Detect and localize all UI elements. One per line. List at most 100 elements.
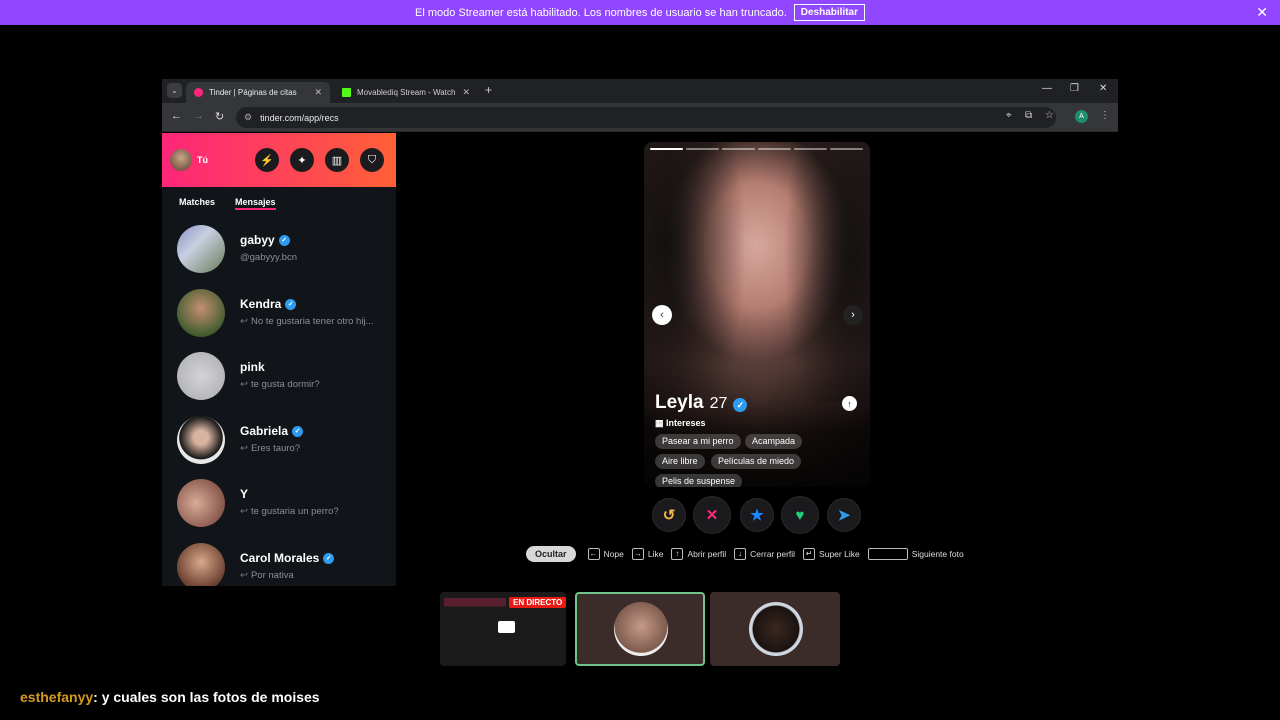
stream-favicon-icon: [342, 88, 351, 97]
right-arrow-key-icon: →: [631, 548, 644, 560]
work-mode-icon[interactable]: ▥: [325, 148, 349, 172]
reply-icon: ↩: [240, 316, 248, 327]
shortcut-label: Cerrar perfil: [750, 549, 796, 559]
install-app-icon[interactable]: ⧉: [1025, 110, 1032, 121]
url-text: tinder.com/app/recs: [260, 112, 339, 123]
tab-close-icon[interactable]: ✕: [462, 87, 470, 98]
interest-chip: Aire libre: [655, 454, 705, 469]
sidebar-header: Tú ⚡ ✦ ▥ ⛉: [162, 133, 396, 187]
bookmark-star-icon[interactable]: ☆: [1045, 110, 1054, 121]
url-bar[interactable]: ⚙ tinder.com/app/recs: [236, 107, 1056, 128]
participant-face: [614, 602, 668, 656]
profile-avatar[interactable]: A: [1075, 110, 1088, 123]
message-preview: No te gustaria tener otro hij...: [250, 316, 374, 327]
back-icon[interactable]: ←: [171, 110, 182, 122]
shortcut-super-like: ↵ Super Like: [803, 548, 860, 560]
contact-name: gabyy: [240, 233, 275, 247]
banner-text: El modo Streamer está habilitado. Los no…: [414, 6, 787, 19]
message-preview: Eres tauro?: [250, 443, 301, 454]
message-preview: te gustaria un perro?: [250, 506, 339, 517]
tab-strip: ⌄ Tinder | Páginas de citas ✕ Movablediq…: [162, 79, 1118, 103]
boost-send-button[interactable]: ➤: [827, 498, 861, 532]
avatar: [177, 543, 225, 586]
banner-close-icon[interactable]: ✕: [1256, 4, 1268, 21]
tab-title: Movablediq Stream - Watch Liv: [357, 88, 459, 97]
enter-key-icon: ↵: [803, 548, 816, 560]
reload-icon[interactable]: ↻: [215, 110, 224, 123]
window-close-button[interactable]: ✕: [1099, 83, 1107, 94]
verified-icon: ✓: [278, 234, 290, 246]
photo-progress-segment: [830, 148, 863, 150]
verified-icon: ✓: [285, 298, 297, 310]
chat-username: esthefanyy: [20, 689, 94, 705]
photo-progress-segment: [794, 148, 827, 150]
interest-chip: Acampada: [745, 434, 803, 449]
previous-photo-icon[interactable]: ‹: [652, 305, 672, 325]
new-tab-button[interactable]: +: [485, 83, 492, 97]
chat-text: : y cuales son las fotos de moises: [93, 689, 320, 705]
tab-title: Tinder | Páginas de citas: [209, 88, 297, 97]
contact-name: Kendra: [240, 297, 282, 311]
next-photo-icon[interactable]: ›: [843, 305, 863, 325]
interests-icon: ▦: [655, 418, 667, 428]
my-avatar[interactable]: [170, 149, 192, 171]
open-profile-icon[interactable]: ↑: [842, 396, 857, 411]
interest-chip: Pelis de suspense: [655, 474, 743, 487]
shortcut-label: Nope: [603, 549, 624, 559]
hide-shortcuts-button[interactable]: Ocultar: [526, 546, 576, 562]
message-item[interactable]: gabyy ✓ @gabyyy.bcn: [162, 222, 396, 285]
screen-share-icon: [498, 621, 515, 633]
menu-icon[interactable]: ⋮: [1100, 110, 1110, 121]
restore-button[interactable]: ❐: [1070, 83, 1079, 94]
sidebar-tabs: Matches Mensajes: [162, 187, 396, 217]
photo-progress-segment: [650, 148, 683, 150]
like-button[interactable]: ♥: [781, 496, 819, 534]
chat-message: esthefanyy: y cuales son las fotos de mo…: [20, 689, 320, 705]
avatar: [177, 479, 225, 527]
message-item[interactable]: Gabriela ✓ ↩ Eres tauro?: [162, 413, 396, 476]
tab-messages[interactable]: Mensajes: [235, 197, 276, 210]
rewind-button[interactable]: ↺: [652, 498, 686, 532]
shortcut-label: Like: [647, 549, 664, 559]
tab-close-icon[interactable]: ✕: [314, 87, 322, 98]
forward-icon[interactable]: →: [193, 110, 204, 122]
profile-name: Leyla: [655, 392, 704, 413]
address-bar-row: ← → ↻ ⚙ tinder.com/app/recs ⌖ ⧉ ☆ A ⋮: [162, 103, 1118, 132]
message-item[interactable]: Y ↩ te gustaria un perro?: [162, 476, 396, 539]
participant-thumbnail[interactable]: [575, 592, 705, 666]
message-item[interactable]: Carol Morales ✓ ↩ Por nativa: [162, 540, 396, 586]
safety-shield-icon[interactable]: ⛉: [360, 148, 384, 172]
down-arrow-key-icon: ↓: [734, 548, 747, 560]
message-preview: Por nativa: [250, 570, 294, 581]
minimize-button[interactable]: —: [1042, 83, 1052, 94]
message-item[interactable]: pink ↩ te gusta dormir?: [162, 349, 396, 412]
shortcut-close-profile: ↓ Cerrar perfil: [734, 548, 795, 560]
explore-icon[interactable]: ✦: [290, 148, 314, 172]
tab-search-icon[interactable]: ⌄: [167, 83, 182, 98]
participant-thumbnail[interactable]: [710, 592, 840, 666]
disable-streamer-button[interactable]: Deshabilitar: [793, 4, 866, 21]
location-icon[interactable]: ⌖: [1006, 110, 1012, 121]
my-profile-label[interactable]: Tú: [197, 155, 208, 165]
tab-stream[interactable]: Movablediq Stream - Watch Liv ✕: [334, 82, 478, 103]
profile-card[interactable]: ‹ › Leyla 27 ✓ ↑ ▦ Intereses Pasear a mi…: [644, 142, 870, 487]
message-preview: @gabyyy.bcn: [240, 252, 297, 263]
keyboard-shortcuts-bar: Ocultar ← Nope → Like ↑ Abrir perfil ↓ Cerra…: [526, 545, 972, 563]
tab-tinder[interactable]: Tinder | Páginas de citas ✕: [186, 82, 330, 103]
tinder-sidebar: Tú ⚡ ✦ ▥ ⛉ Matches Mensajes gabyy ✓ @gaby…: [162, 133, 396, 586]
contact-name: Carol Morales: [240, 551, 320, 565]
boost-icon[interactable]: ⚡: [255, 148, 279, 172]
tab-matches[interactable]: Matches: [179, 197, 215, 207]
shortcut-nope: ← Nope: [587, 548, 624, 560]
message-preview: te gusta dormir?: [250, 379, 320, 390]
verified-icon: ✓: [323, 552, 335, 564]
nope-button[interactable]: ✕: [693, 496, 731, 534]
super-like-button[interactable]: ★: [740, 498, 774, 532]
reply-icon: ↩: [240, 443, 248, 454]
tinder-favicon-icon: [194, 88, 203, 97]
photo-progress-segment: [758, 148, 791, 150]
up-arrow-key-icon: ↑: [671, 548, 684, 560]
site-info-icon[interactable]: ⚙: [244, 112, 252, 123]
message-item[interactable]: Kendra ✓ ↩ No te gustaria tener otro hij..…: [162, 286, 396, 349]
photo-progress-segment: [686, 148, 719, 150]
